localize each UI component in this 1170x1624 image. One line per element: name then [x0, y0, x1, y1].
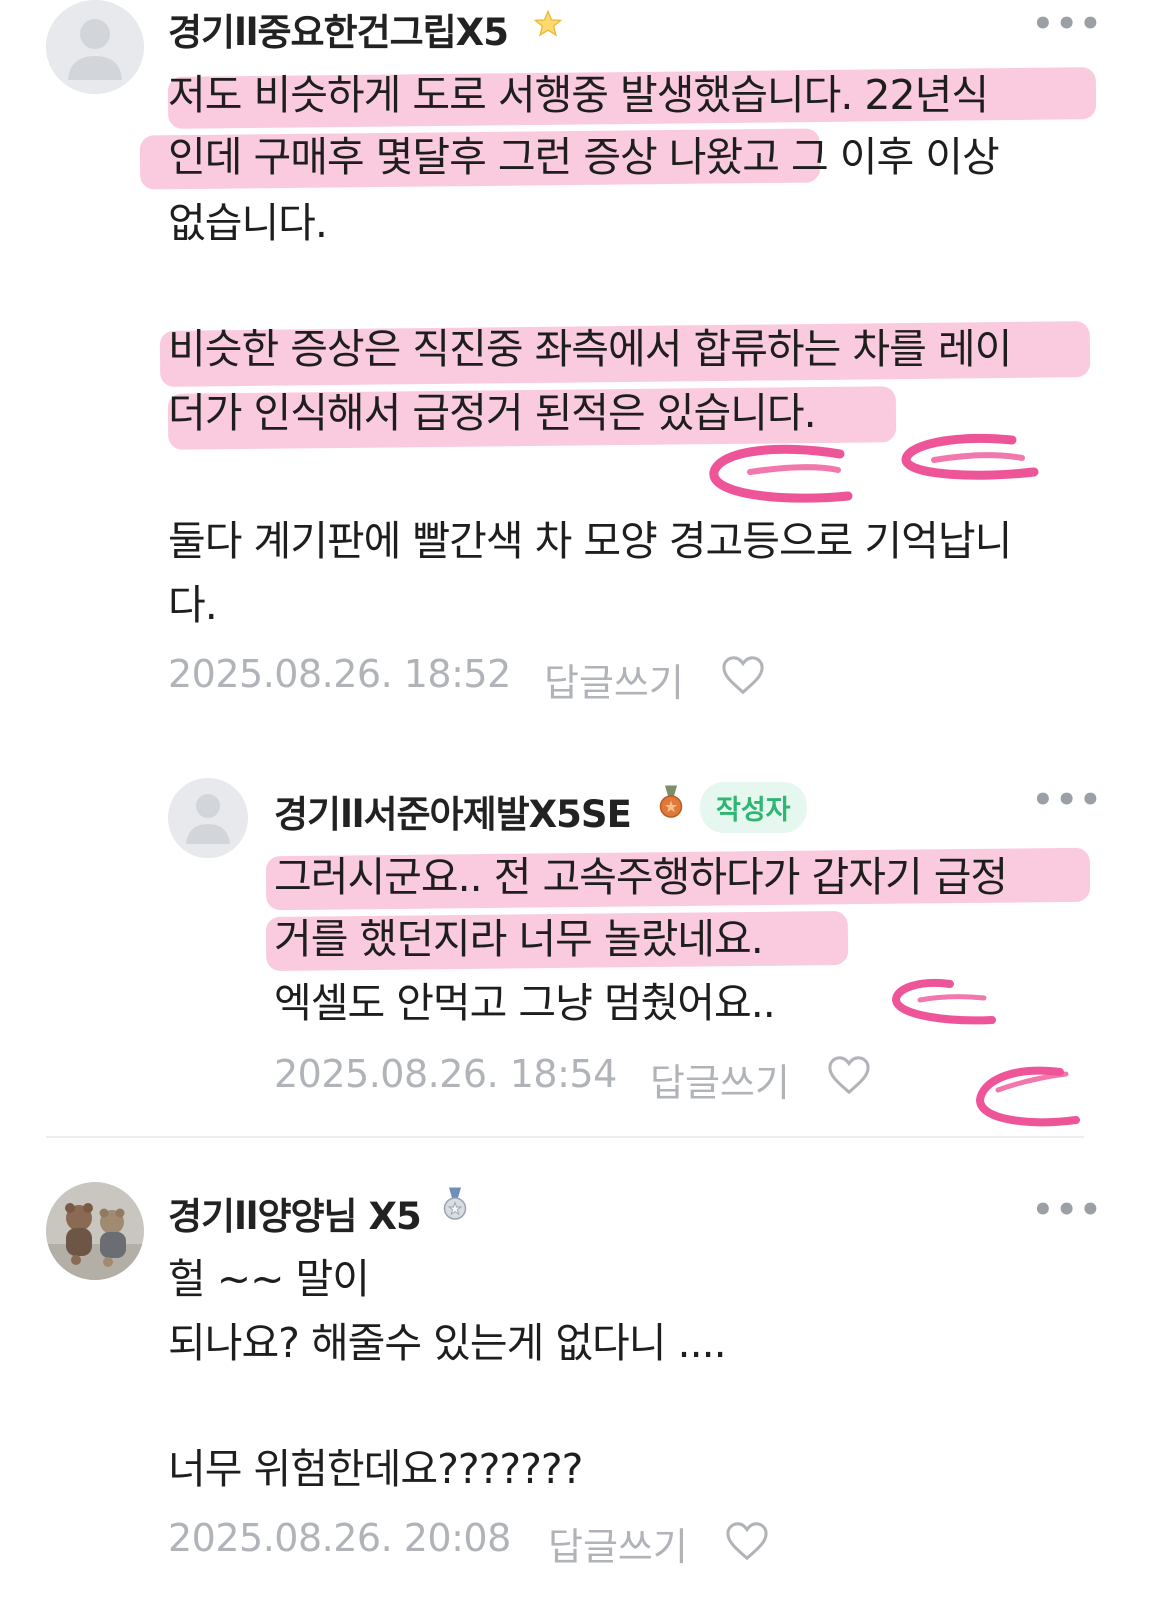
comment-body-line: 거를 했던지라 너무 놀랐네요.: [274, 915, 764, 963]
pink-scribble-mark: [891, 979, 1080, 1127]
reply-button[interactable]: 답글쓰기: [544, 652, 684, 707]
comment-timestamp: 2025.08.26. 18:54: [274, 1052, 617, 1096]
comment-body-line: 둘다 계기판에 빨간색 차 모양 경고등으로 기억납니: [168, 517, 1012, 565]
avatar-default[interactable]: [168, 778, 248, 858]
reply-button[interactable]: 답글쓰기: [650, 1052, 790, 1107]
author-tag-badge: 작성자: [700, 782, 807, 833]
star-icon: [533, 9, 563, 37]
more-options-icon[interactable]: •••: [1032, 7, 1103, 41]
comment-timestamp: 2025.08.26. 18:52: [168, 652, 511, 696]
silver-medal-icon: [443, 1187, 467, 1220]
bronze-medal-icon: [659, 785, 683, 818]
pink-scribble-mark: [709, 433, 1039, 503]
like-heart-icon[interactable]: [720, 654, 766, 696]
teddy-bears-photo: [46, 1182, 144, 1280]
comment-body-line: 엑셀도 안먹고 그냥 멈췄어요..: [274, 979, 776, 1027]
comment-body-line: 다.: [168, 581, 218, 629]
comment-body-line: 비슷한 증상은 직진중 좌측에서 합류하는 차를 레이: [168, 325, 1012, 373]
comment-body-line: 헐 ~~ 말이: [168, 1255, 370, 1303]
like-heart-icon[interactable]: [724, 1520, 770, 1562]
avatar-profile-photo[interactable]: [46, 1182, 144, 1280]
comment-body-line: 되나요? 해줄수 있는게 없다니 ....: [168, 1319, 727, 1367]
comment-divider: [46, 1136, 1084, 1138]
user-silhouette-icon: [46, 0, 144, 94]
user-silhouette-icon: [168, 778, 248, 858]
comment-body-line: 없습니다.: [168, 199, 328, 247]
reply-button[interactable]: 답글쓰기: [548, 1516, 688, 1571]
comment-timestamp: 2025.08.26. 20:08: [168, 1516, 511, 1560]
comment-body-line: 저도 비슷하게 도로 서행중 발생했습니다. 22년식: [168, 71, 989, 119]
comment-author-name[interactable]: 경기ll중요한건그립X5: [168, 2, 509, 56]
comment-body-line: 너무 위험한데요???????: [168, 1445, 583, 1493]
more-options-icon[interactable]: •••: [1032, 783, 1103, 817]
like-heart-icon[interactable]: [826, 1054, 872, 1096]
comment-body-line: 인데 구매후 몇달후 그런 증상 나왔고 그 이후 이상: [168, 133, 1000, 181]
comment-author-name[interactable]: 경기ll양양님 X5: [168, 1186, 422, 1240]
comment-author-name[interactable]: 경기ll서준아제발X5SE: [274, 784, 632, 838]
avatar-default[interactable]: [46, 0, 144, 94]
comment-body-line: 그러시군요.. 전 고속주행하다가 갑자기 급정: [274, 853, 1008, 901]
more-options-icon[interactable]: •••: [1032, 1193, 1103, 1227]
